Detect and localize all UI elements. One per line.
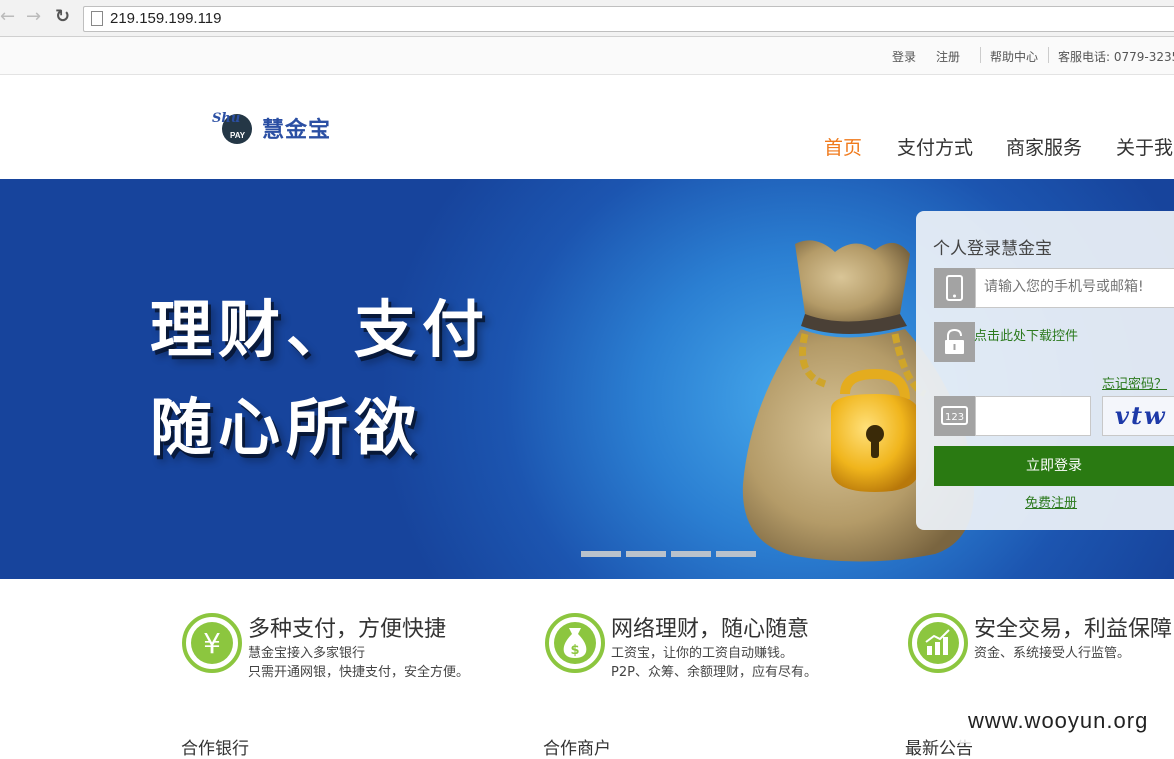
phone-email-field-wrap <box>975 268 1174 308</box>
hotline-text: 客服电话: 0779-3235 <box>1058 50 1174 64</box>
forward-arrow-icon[interactable]: → <box>26 7 41 27</box>
captcha-input[interactable] <box>976 397 1090 435</box>
feature-title: 多种支付，方便快捷 <box>248 617 447 642</box>
mobile-phone-icon <box>946 275 963 301</box>
address-bar[interactable]: 219.159.199.119 <box>83 6 1174 32</box>
svg-text:¥: ¥ <box>203 627 221 660</box>
svg-text:123: 123 <box>945 412 964 423</box>
feature-desc-line1: 工资宝，让你的工资自动赚钱。 <box>611 646 794 661</box>
reload-icon[interactable]: ↻ <box>55 7 70 27</box>
captcha-icon-box: 123 <box>934 396 975 436</box>
captcha-field-wrap <box>975 396 1091 436</box>
captcha-text: vtw <box>1115 401 1167 430</box>
site-header: Shu PAY 慧金宝 首页 支付方式 商家服务 关于我 <box>0 75 1174 179</box>
logo-mark-top: Shu <box>212 111 241 126</box>
feature-title: 网络理财，随心随意 <box>611 617 810 642</box>
feature-desc-line1: 资金、系统接受人行监管。 <box>974 646 1131 661</box>
feature-title: 安全交易，利益保障 <box>974 617 1173 642</box>
captcha-image[interactable]: vtw <box>1102 396 1174 436</box>
slide-indicator-3[interactable] <box>671 551 711 557</box>
forgot-password-link[interactable]: 忘记密码？ <box>1102 373 1167 392</box>
slide-indicator-1[interactable] <box>581 551 621 557</box>
growth-chart-icon <box>908 613 968 673</box>
yen-icon: ¥ <box>182 613 242 673</box>
nav-home[interactable]: 首页 <box>824 133 862 160</box>
password-icon-box <box>934 322 975 362</box>
back-arrow-icon[interactable]: ← <box>0 7 15 27</box>
site-logo[interactable]: Shu PAY 慧金宝 <box>212 108 342 150</box>
section-title-merchants: 合作商户 <box>543 739 611 759</box>
lock-icon <box>945 328 964 354</box>
feature-desc-line2: 只需开通网银，快捷支付，安全方便。 <box>248 665 470 680</box>
page-icon <box>91 11 103 26</box>
login-submit-button[interactable]: 立即登录 <box>934 446 1174 486</box>
phone-icon-box <box>934 268 975 308</box>
svg-text:$: $ <box>570 643 579 658</box>
top-utility-bar: 登录 注册 帮助中心 客服电话: 0779-3235 <box>0 37 1174 75</box>
section-title-banks: 合作银行 <box>181 739 249 759</box>
feature-desc-line2: P2P、众筹、余额理财，应有尽有。 <box>611 665 817 680</box>
watermark-text: www.wooyun.org <box>958 703 1174 743</box>
topbar-register-link[interactable]: 注册 <box>936 48 960 65</box>
divider <box>1048 47 1049 63</box>
nav-payment-methods[interactable]: 支付方式 <box>897 133 973 160</box>
topbar-login-link[interactable]: 登录 <box>892 48 916 65</box>
logo-mark-bottom: PAY <box>230 131 246 140</box>
captcha-123-icon: 123 <box>941 406 968 425</box>
browser-toolbar: ← → ↻ 219.159.199.119 <box>0 0 1174 37</box>
money-bag-icon: $ <box>545 613 605 673</box>
banner-slogan-line1: 理财、支付 <box>150 293 491 366</box>
login-title: 个人登录慧金宝 <box>933 239 1052 259</box>
nav-merchant-services[interactable]: 商家服务 <box>1006 133 1082 160</box>
slide-indicator-2[interactable] <box>626 551 666 557</box>
url-text[interactable]: 219.159.199.119 <box>110 10 222 27</box>
phone-email-input[interactable] <box>976 269 1172 305</box>
slide-indicator-4[interactable] <box>716 551 756 557</box>
login-panel: 个人登录慧金宝 点击此处下载控件 忘记密码？ 123 vtw 立即登录 免费注册 <box>916 211 1174 530</box>
help-center-link[interactable]: 帮助中心 <box>990 48 1038 65</box>
nav-about[interactable]: 关于我 <box>1116 133 1173 160</box>
divider <box>980 47 981 63</box>
banner-slogan-line2: 随心所欲 <box>150 391 423 464</box>
feature-desc-line1: 慧金宝接入多家银行 <box>248 646 366 661</box>
free-register-link[interactable]: 免费注册 <box>1025 492 1077 511</box>
logo-name: 慧金宝 <box>262 118 332 143</box>
download-control-link[interactable]: 点击此处下载控件 <box>974 325 1078 344</box>
